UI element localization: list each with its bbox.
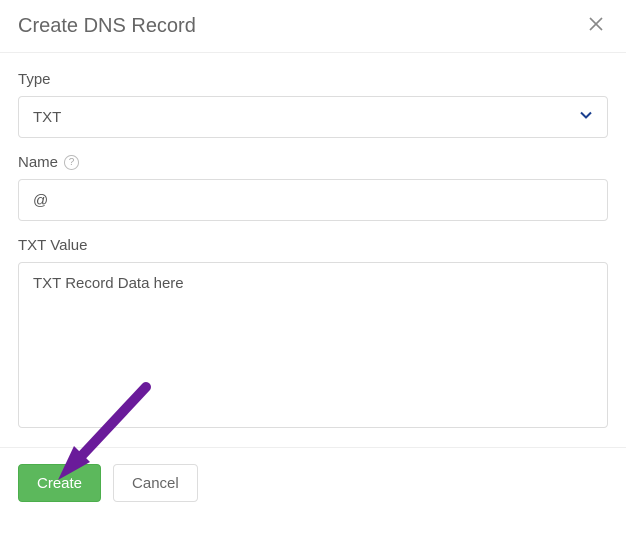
txt-value-label: TXT Value [18, 237, 608, 254]
modal-footer: Create Cancel [0, 447, 626, 518]
chevron-down-icon [579, 108, 593, 127]
name-label-row: Name ? [18, 154, 608, 171]
type-select[interactable]: TXT [18, 96, 608, 138]
close-icon [588, 16, 604, 37]
modal-body: Type TXT Name ? TXT Value TXT Record Dat… [0, 53, 626, 433]
type-field: Type TXT [18, 71, 608, 138]
close-button[interactable] [584, 14, 608, 38]
name-field: Name ? [18, 154, 608, 221]
txt-value-field: TXT Value TXT Record Data here [18, 237, 608, 433]
type-select-value: TXT [33, 109, 579, 126]
cancel-button[interactable]: Cancel [113, 464, 198, 502]
help-icon[interactable]: ? [64, 155, 79, 170]
create-button[interactable]: Create [18, 464, 101, 502]
name-input[interactable] [18, 179, 608, 221]
name-label: Name [18, 154, 58, 171]
modal-title: Create DNS Record [18, 15, 196, 38]
create-dns-record-modal: Create DNS Record Type TXT [0, 0, 626, 518]
txt-value-textarea[interactable]: TXT Record Data here [18, 262, 608, 428]
modal-header: Create DNS Record [0, 0, 626, 53]
type-label: Type [18, 71, 608, 88]
